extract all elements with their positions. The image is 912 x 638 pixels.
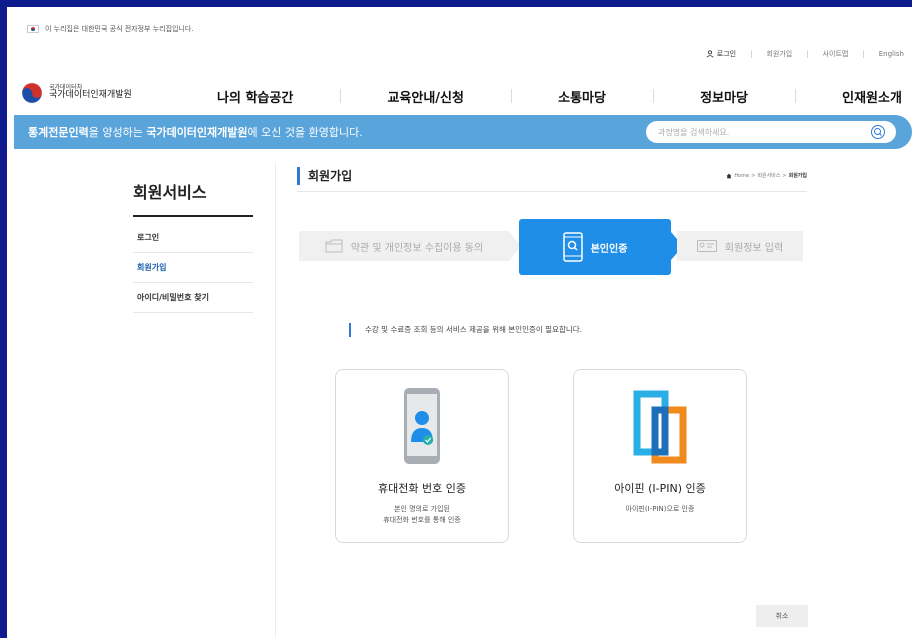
mobile-phone-icon [404, 388, 440, 464]
login-label: 로그인 [716, 50, 737, 58]
nav-divider [652, 89, 654, 103]
phone-card-title: 휴대전화 번호 인증 [378, 482, 466, 495]
welcome-banner: 통계전문인력 을 양성하는 국가데이터인재개발원 에 오신 것을 환영합니다. … [14, 115, 912, 149]
search-input[interactable]: 과정명을 검색하세요. [646, 121, 896, 143]
divider: | [750, 50, 753, 58]
welcome-part1: 통계전문인력 [28, 126, 89, 139]
korea-flag-icon [27, 25, 39, 33]
step-verification-label: 본인인증 [590, 243, 628, 255]
welcome-part4: 에 오신 것을 환영합니다. [247, 126, 363, 139]
search-icon[interactable] [870, 124, 886, 140]
nav-divider [794, 89, 796, 103]
nav-info[interactable]: 정보마당 [700, 87, 748, 106]
phone-card-desc: 본인 명의로 가입된 휴대전화 번호를 통해 인증 [383, 505, 461, 524]
nav-about[interactable]: 인재원소개 [842, 87, 902, 106]
folder-icon [325, 239, 343, 253]
main-nav: 나의 학습공간 교육안내/신청 소통마당 정보마당 인재원소개 [217, 85, 902, 107]
sitemap-link[interactable]: 사이트맵 [823, 49, 849, 59]
main-content: 회원가입 Home > 회원서비스 > 회원가입 약관 및 개인정보 수집이용 … [297, 167, 808, 627]
phone-search-icon [562, 232, 583, 262]
utility-menu: 로그인 | 회원가입 | 사이트맵 | English [706, 49, 904, 59]
breadcrumb-sep: > [782, 172, 787, 179]
verification-notice: 수강 및 수료증 조회 등의 서비스 제공을 위해 본인인증이 필요합니다. [349, 323, 582, 337]
sidebar: 회원서비스 로그인 회원가입 아이디/비밀번호 찾기 [133, 179, 253, 313]
breadcrumb-home[interactable]: Home [734, 173, 749, 179]
nav-my-learning[interactable]: 나의 학습공간 [217, 87, 293, 106]
signup-steps: 약관 및 개인정보 수집이용 동의 본인인증 회원정보 입력 [297, 219, 805, 275]
id-card-icon [696, 240, 717, 252]
divider: | [806, 50, 809, 58]
title-rule [297, 191, 807, 192]
ipin-verification-card[interactable]: 아이핀 (I-PIN) 인증 아이핀(I-PIN)으로 인증 [573, 369, 747, 543]
sidebar-title: 회원서비스 [133, 179, 253, 217]
search-placeholder: 과정명을 검색하세요. [658, 127, 730, 137]
taegeuk-logo-icon [21, 82, 43, 104]
home-icon[interactable] [726, 173, 732, 179]
page-frame: 이 누리집은 대한민국 공식 전자정부 누리집입니다. 로그인 | 회원가입 |… [7, 7, 912, 638]
phone-verification-card[interactable]: 휴대전화 번호 인증 본인 명의로 가입된 휴대전화 번호를 통해 인증 [335, 369, 509, 543]
sidebar-item-login[interactable]: 로그인 [133, 223, 253, 253]
nav-divider [510, 89, 512, 103]
step-terms-label: 약관 및 개인정보 수집이용 동의 [350, 242, 484, 254]
step-member-info: 회원정보 입력 [677, 231, 803, 261]
divider: | [862, 50, 865, 58]
sidebar-item-signup[interactable]: 회원가입 [133, 253, 253, 283]
content-divider [275, 162, 276, 638]
step-member-info-label: 회원정보 입력 [724, 242, 784, 254]
breadcrumb-level1[interactable]: 회원서비스 [757, 172, 780, 179]
breadcrumb-sep: > [751, 172, 756, 179]
cancel-button[interactable]: 취소 [756, 605, 808, 627]
gov-banner: 이 누리집은 대한민국 공식 전자정부 누리집입니다. [27, 21, 194, 37]
ipin-card-title: 아이핀 (I-PIN) 인증 [614, 482, 706, 495]
login-link[interactable]: 로그인 [706, 49, 736, 59]
sidebar-item-find-account[interactable]: 아이디/비밀번호 찾기 [133, 283, 253, 313]
breadcrumb-current: 회원가입 [788, 173, 807, 179]
ipin-logo-icon [633, 390, 687, 464]
step-verification: 본인인증 [519, 219, 671, 275]
logo-line2: 국가데이터인재개발원 [49, 90, 132, 101]
user-icon [706, 50, 714, 58]
gov-banner-text: 이 누리집은 대한민국 공식 전자정부 누리집입니다. [45, 25, 194, 33]
ipin-card-desc: 아이핀(I-PIN)으로 인증 [625, 505, 695, 513]
english-link[interactable]: English [879, 50, 904, 58]
step-terms: 약관 및 개인정보 수집이용 동의 [299, 231, 509, 261]
nav-education[interactable]: 교육안내/신청 [387, 87, 464, 106]
site-logo[interactable]: 국가데이터처 국가데이터인재개발원 [21, 82, 132, 104]
nav-divider [339, 89, 341, 103]
signup-link[interactable]: 회원가입 [766, 49, 792, 59]
welcome-part2: 을 양성하는 [88, 126, 147, 139]
breadcrumb: Home > 회원서비스 > 회원가입 [726, 172, 807, 179]
nav-community[interactable]: 소통마당 [558, 87, 606, 106]
welcome-part3: 국가데이터인재개발원 [146, 126, 248, 139]
